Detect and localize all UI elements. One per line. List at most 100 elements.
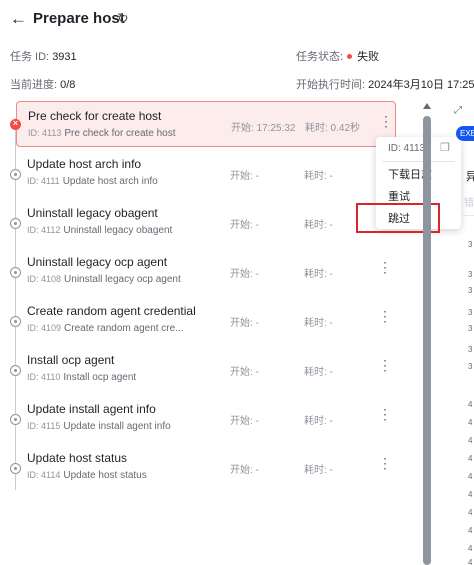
pending-node-icon [10, 218, 21, 229]
log-panel-text: 异 [466, 171, 474, 183]
task-row[interactable]: Pre check for create host ID: 4113 Pre ch… [16, 101, 396, 147]
task-row[interactable]: Update host status ID: 4114 Update host s… [16, 444, 396, 490]
task-id-label: ID: 4112 [27, 225, 61, 235]
log-line-number: 4 [468, 400, 473, 409]
task-duration: 耗时: - [304, 416, 333, 427]
task-status-field: 任务状态: 失败 [296, 48, 379, 64]
log-panel-subtext: 错 [464, 198, 474, 209]
task-status-label: 任务状态: [296, 51, 344, 63]
status-dot-icon [347, 54, 353, 60]
task-id: ID: 4115 Update install agent info [27, 421, 171, 432]
task-title: Uninstall legacy obagent [27, 206, 158, 220]
task-id: ID: 4109 Create random agent cre... [27, 323, 184, 334]
more-vertical-icon[interactable]: ⋮ [378, 260, 392, 274]
task-id-label: ID: 4113 [28, 128, 62, 138]
task-id: ID: 4112 Uninstall legacy obagent [27, 225, 172, 236]
task-id: ID: 4108 Uninstall legacy ocp agent [27, 274, 181, 285]
refresh-icon[interactable]: ↻ [117, 10, 129, 27]
task-title: Update host status [27, 451, 128, 465]
progress-label: 当前进度: [10, 79, 58, 91]
log-line-number: 4 [468, 526, 473, 535]
task-row[interactable]: Install ocp agent ID: 4110 Install ocp ag… [16, 346, 396, 392]
start-time-field: 开始执行时间: 2024年3月10日 17:25:31 [296, 76, 474, 92]
task-row[interactable]: Create random agent credential ID: 4109 C… [16, 297, 396, 343]
task-title: Pre check for create host [28, 109, 162, 123]
log-line-number: 4 [468, 544, 473, 553]
task-id-field: 任务 ID: 3931 [10, 48, 77, 64]
task-duration: 耗时: - [304, 465, 333, 476]
task-duration: 耗时: - [304, 220, 333, 231]
more-vertical-icon[interactable]: ⋮ [378, 309, 392, 323]
task-row[interactable]: Update host arch info ID: 4111 Update hos… [16, 150, 396, 196]
more-vertical-icon[interactable]: ⋮ [378, 456, 392, 470]
task-id-name: Uninstall legacy ocp agent [64, 274, 181, 285]
log-line-number: 4 [468, 472, 473, 481]
task-duration: 耗时: 0.42秒 [305, 123, 361, 134]
log-line-number: 4 [468, 436, 473, 445]
task-id-label: ID: 4110 [27, 372, 61, 382]
start-time-value: 2024年3月10日 17:25:31 [368, 79, 474, 91]
task-id-name: Update host arch info [62, 176, 158, 187]
task-id: ID: 4111 Update host arch info [27, 176, 158, 187]
log-line-number: 4 [468, 454, 473, 463]
log-line-number: 4 [468, 508, 473, 517]
task-start-time: 开始: - [230, 171, 259, 182]
task-duration: 耗时: - [304, 269, 333, 280]
log-line-number: 3 [468, 362, 473, 371]
task-id: ID: 4113 Pre check for create host [28, 128, 176, 139]
scrollbar-thumb[interactable] [423, 116, 431, 565]
menu-item-retry[interactable]: 重试 [388, 188, 410, 204]
log-panel: ⤢ EXE 异 错 3 3 3 3 3 3 3 4 4 4 4 4 4 4 4 … [444, 100, 474, 565]
log-line-number: 4 [468, 490, 473, 499]
panel-divider [462, 215, 474, 216]
task-start-time: 开始: - [230, 269, 259, 280]
task-start-time: 开始: 17:25:32 [231, 123, 296, 134]
task-row[interactable]: Update install agent info ID: 4115 Update… [16, 395, 396, 441]
progress-value: 0/8 [60, 79, 76, 91]
task-id-label: 任务 ID: [10, 51, 50, 63]
task-id-label: ID: 4108 [27, 274, 62, 284]
start-time-label: 开始执行时间: [296, 79, 366, 91]
pending-node-icon [10, 414, 21, 425]
task-id-label: ID: 4115 [27, 421, 61, 431]
task-row[interactable]: Uninstall legacy ocp agent ID: 4108 Unins… [16, 248, 396, 294]
log-line-number: 4 [468, 558, 473, 565]
task-start-time: 开始: - [230, 416, 259, 427]
task-duration: 耗时: - [304, 318, 333, 329]
pending-node-icon [10, 169, 21, 180]
task-start-time: 开始: - [230, 318, 259, 329]
status-badge: EXE [456, 126, 474, 141]
pending-node-icon [10, 365, 21, 376]
task-start-time: 开始: - [230, 367, 259, 378]
task-id-name: Update install agent info [63, 421, 171, 432]
log-line-number: 3 [468, 324, 473, 333]
task-id-name: Create random agent cre... [64, 323, 184, 334]
more-vertical-icon[interactable]: ⋮ [379, 114, 393, 128]
progress-field: 当前进度: 0/8 [10, 76, 75, 92]
task-id-label: ID: 4111 [27, 176, 60, 186]
task-start-time: 开始: - [230, 220, 259, 231]
more-vertical-icon[interactable]: ⋮ [378, 407, 392, 421]
task-row[interactable]: Uninstall legacy obagent ID: 4112 Uninsta… [16, 199, 396, 245]
task-id-name: Pre check for create host [64, 128, 176, 139]
more-vertical-icon[interactable]: ⋮ [378, 358, 392, 372]
task-title: Update host arch info [27, 157, 142, 171]
collapse-arrow-icon[interactable] [423, 103, 431, 109]
pending-node-icon [10, 267, 21, 278]
task-duration: 耗时: - [304, 171, 333, 182]
task-id: ID: 4110 Install ocp agent [27, 372, 136, 383]
page-title: Prepare host [33, 10, 125, 27]
task-id-value: 3931 [52, 51, 77, 63]
back-arrow-icon[interactable]: ← [10, 9, 27, 29]
task-id-name: Update host status [63, 470, 147, 481]
task-id-name: Uninstall legacy obagent [63, 225, 173, 236]
expand-icon[interactable]: ⤢ [454, 105, 462, 116]
task-status-value: 失败 [357, 51, 380, 63]
task-title: Uninstall legacy ocp agent [27, 255, 168, 269]
menu-task-id: ID: 4113 [388, 143, 426, 154]
task-title: Install ocp agent [27, 353, 115, 367]
log-line-number: 3 [468, 286, 473, 295]
log-line-number: 3 [468, 270, 473, 279]
task-id: ID: 4114 Update host status [27, 470, 147, 481]
task-title: Create random agent credential [27, 304, 196, 318]
